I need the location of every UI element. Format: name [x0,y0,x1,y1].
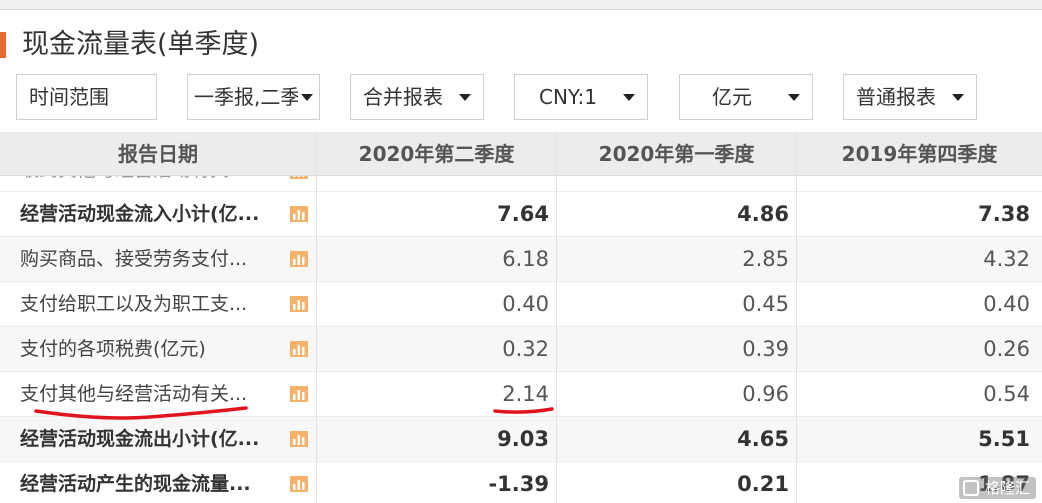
value-cell: 0.32 [502,337,549,361]
row-label: 收到其他与经营活动有关... [20,176,270,191]
table-row: 经营活动现金流出小计(亿... 9.03 4.65 5.51 [0,417,1042,462]
value-cell: 0.96 [742,382,789,406]
title-bar: 现金流量表(单季度) [0,10,1042,64]
header-2019-q4[interactable]: 2019年第四季度 [797,132,1042,176]
value-cell: 0.21 [737,472,789,496]
value-cell: 9.03 [497,427,549,451]
header-2020-q1[interactable]: 2020年第一季度 [557,132,796,176]
value-cell: 2.14 [502,382,549,406]
currency-select-dropdown[interactable]: CNY:1 [514,74,648,120]
column-divider [796,132,797,503]
bar-chart-icon[interactable] [290,251,308,267]
value-cell: 7.38 [978,202,1030,226]
window-top-border [0,0,1042,10]
watermark-logo-icon [962,480,979,496]
value-cell: 0.40 [502,292,549,316]
currency-select-label: CNY:1 [539,85,597,109]
cash-flow-table: 报告日期 2020年第二季度 2020年第一季度 2019年第四季度 收到其他与… [0,132,1042,503]
value-cell: -1.39 [488,472,549,496]
table-row: 支付其他与经营活动有关... 2.14 0.96 0.54 [0,372,1042,417]
row-label: 经营活动产生的现金流量... [20,473,251,495]
column-divider [316,132,317,503]
time-range-label: 时间范围 [29,85,109,109]
table-row: 经营活动现金流入小计(亿... 7.64 4.86 7.38 [0,192,1042,237]
watermark-text: 格隆汇 [984,479,1030,497]
value-cell: 0.54 [983,382,1030,406]
table-row: 购买商品、接受劳务支付... 6.18 2.85 4.32 [0,237,1042,282]
table-row: 支付给职工以及为职工支... 0.40 0.45 0.40 [0,282,1042,327]
row-label: 购买商品、接受劳务支付... [20,248,248,270]
bar-chart-icon[interactable] [290,341,308,357]
value-cell: 0.40 [983,292,1030,316]
header-report-date[interactable]: 报告日期 [0,132,316,176]
value-cell: 6.18 [502,247,549,271]
bar-chart-icon[interactable] [290,431,308,447]
page-title: 现金流量表(单季度) [22,29,260,60]
report-type-dropdown[interactable]: 普通报表 [843,74,977,120]
value-cell: 4.86 [737,202,789,226]
bar-chart-icon[interactable] [290,386,308,402]
filter-row: 时间范围 一季报,二季 合并报表 CNY:1 亿元 普通报表 [0,64,1042,132]
chevron-down-icon [952,94,964,101]
table-row-partial: 收到其他与经营活动有关... [0,176,1042,192]
bar-chart-icon[interactable] [290,476,308,492]
value-cell: 7.64 [497,202,549,226]
chevron-down-icon [301,94,313,101]
value-cell: 0.26 [983,337,1030,361]
report-scope-dropdown[interactable]: 合并报表 [350,74,484,120]
value-cell: 4.32 [983,247,1030,271]
value-cell: 5.51 [978,427,1030,451]
bar-chart-icon[interactable] [290,206,308,222]
chevron-down-icon [459,94,471,101]
report-scope-label: 合并报表 [363,85,443,109]
table-row: 支付的各项税费(亿元) 0.32 0.39 0.26 [0,327,1042,372]
bar-chart-icon[interactable] [290,176,308,179]
quarter-select-label: 一季报,二季 [194,85,298,109]
unit-select-dropdown[interactable]: 亿元 [679,74,813,120]
table-row: 经营活动产生的现金流量... -1.39 0.21 1.87 [0,462,1042,503]
chevron-down-icon [788,94,800,101]
column-divider [556,132,557,503]
chevron-down-icon [623,94,635,101]
header-2020-q2[interactable]: 2020年第二季度 [317,132,556,176]
watermark: 格隆汇 [958,477,1036,499]
row-label: 经营活动现金流出小计(亿... [20,428,260,450]
value-cell: 0.45 [742,292,789,316]
value-cell: 4.65 [737,427,789,451]
row-label: 经营活动现金流入小计(亿... [20,203,260,225]
row-label: 支付给职工以及为职工支... [20,293,248,315]
table-header: 报告日期 2020年第二季度 2020年第一季度 2019年第四季度 [0,132,1042,176]
unit-select-label: 亿元 [712,85,752,109]
row-label: 支付的各项税费(亿元) [20,338,206,360]
row-label: 支付其他与经营活动有关... [20,383,248,405]
title-accent-bar [0,32,6,58]
value-cell: 0.39 [742,337,789,361]
report-type-label: 普通报表 [856,85,936,109]
value-cell: 2.85 [742,247,789,271]
time-range-button[interactable]: 时间范围 [16,74,157,120]
bar-chart-icon[interactable] [290,296,308,312]
quarter-select-dropdown[interactable]: 一季报,二季 [187,74,320,120]
